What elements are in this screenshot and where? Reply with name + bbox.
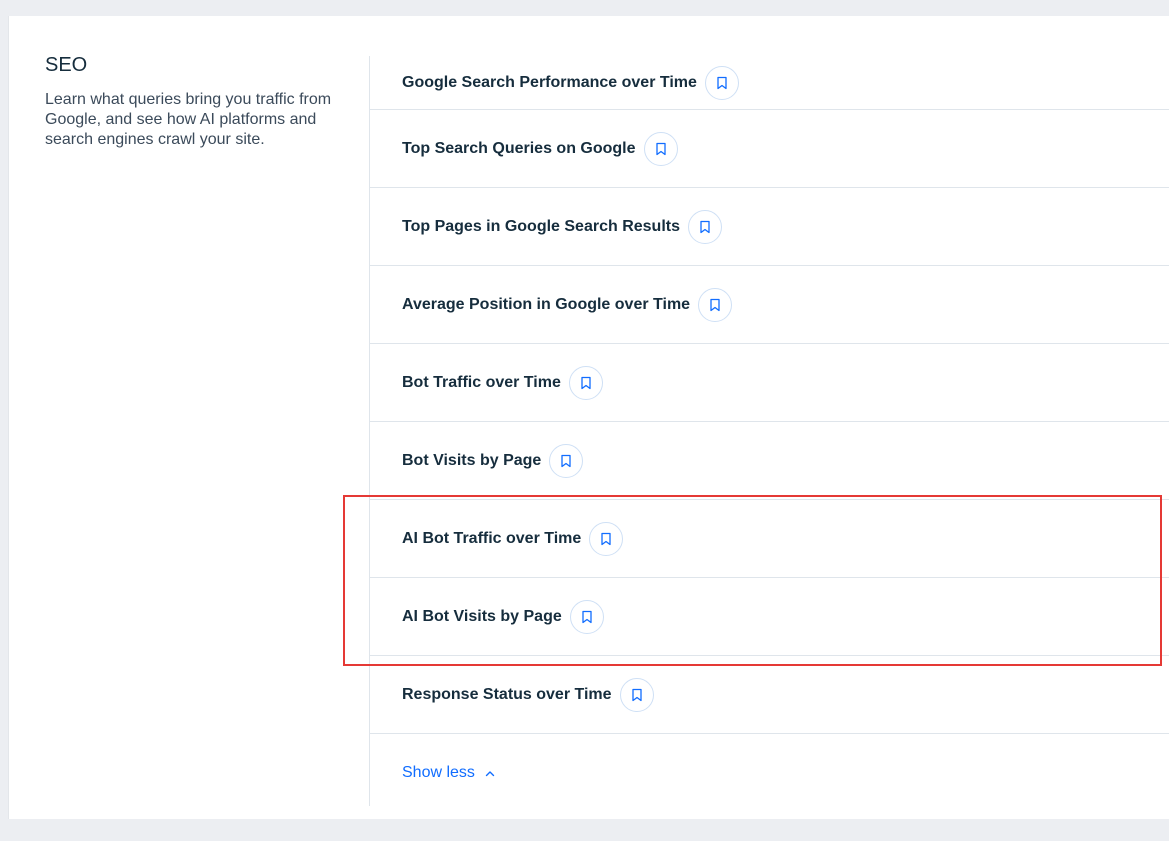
bookmark-icon [717,76,727,89]
report-row-ai-bot-traffic[interactable]: AI Bot Traffic over Time [370,500,1169,578]
report-label: AI Bot Visits by Page [402,607,562,625]
bookmark-icon [582,610,592,623]
bookmark-button[interactable] [549,443,584,478]
chevron-up-icon [485,770,495,777]
bookmark-icon [700,220,710,233]
section-description: Learn what queries bring you traffic fro… [45,91,332,148]
bottom-background [0,829,1169,841]
section-title: SEO [45,54,88,76]
bookmark-button[interactable] [688,209,722,244]
report-row-ai-bot-visits[interactable]: AI Bot Visits by Page [370,578,1169,656]
report-row-bot-traffic[interactable]: Bot Traffic over Time [370,344,1169,422]
report-row-bot-visits[interactable]: Bot Visits by Page [370,422,1169,500]
report-label: Top Pages in Google Search Results [402,217,680,235]
bookmark-button[interactable] [698,287,733,322]
bookmark-button[interactable] [568,365,603,400]
report-row-average-position[interactable]: Average Position in Google over Time [370,266,1169,344]
top-background [0,0,1169,16]
bookmark-icon [655,142,666,155]
report-label: Bot Visits by Page [402,451,542,469]
report-label: Top Search Queries on Google [402,139,636,157]
bookmark-button[interactable] [704,65,739,100]
report-label: Response Status over Time [402,685,612,703]
report-list: Google Search Performance over Time Top … [369,56,1169,806]
bookmark-icon [631,688,642,701]
report-label: AI Bot Traffic over Time [402,529,582,547]
report-label: Google Search Performance over Time [402,73,697,91]
report-row-response-status[interactable]: Response Status over Time [370,656,1169,734]
bookmark-button[interactable] [569,599,604,634]
report-row-top-search-queries[interactable]: Top Search Queries on Google [370,110,1169,188]
report-row-google-search-performance[interactable]: Google Search Performance over Time [370,56,1169,110]
report-row-top-pages[interactable]: Top Pages in Google Search Results [370,188,1169,266]
bookmark-button[interactable] [589,521,624,556]
report-label: Bot Traffic over Time [402,373,561,391]
bookmark-icon [561,454,571,467]
bookmark-icon [601,532,611,545]
show-less-button[interactable]: Show less [370,734,1169,812]
report-label: Average Position in Google over Time [402,295,691,313]
bookmark-icon [581,376,591,389]
bookmark-icon [710,298,720,311]
bookmark-button[interactable] [619,677,654,712]
seo-section-card: SEO Learn what queries bring you traffic… [8,16,1169,819]
bookmark-button[interactable] [643,131,678,166]
show-less-label: Show less [402,764,475,781]
